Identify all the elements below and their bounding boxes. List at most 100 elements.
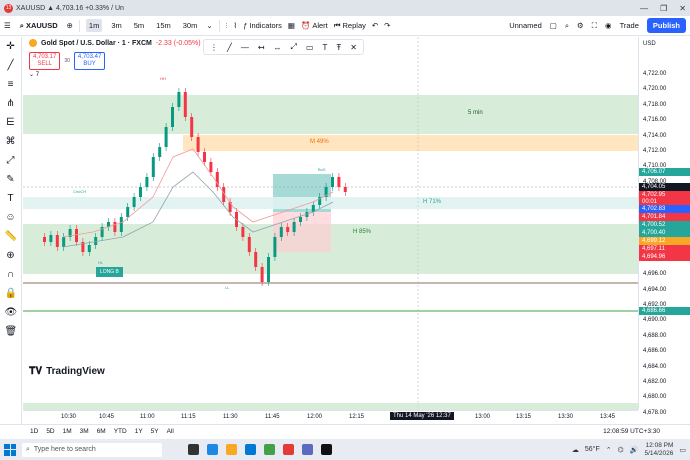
magnet-icon[interactable]: ∩ <box>5 269 17 281</box>
candle <box>228 202 232 212</box>
trade-button[interactable]: Trade <box>620 21 639 30</box>
text-icon[interactable]: T <box>323 43 328 52</box>
volume-icon[interactable]: 🔊 <box>630 446 639 454</box>
arrow-line-icon[interactable]: ↤ <box>258 43 265 52</box>
tf-15m[interactable]: 15m <box>153 19 174 32</box>
taskbar-search[interactable]: ⌕ Type here to search <box>22 442 162 457</box>
fib-icon[interactable]: ⋿ <box>5 117 17 129</box>
tradingview-app-icon[interactable] <box>321 444 332 455</box>
maximize-button[interactable]: ❐ <box>660 4 667 13</box>
range-button-1y[interactable]: 1Y <box>135 428 143 435</box>
range-button-1m[interactable]: 1M <box>63 428 72 435</box>
task-view-icon[interactable] <box>188 444 199 455</box>
system-clock[interactable]: 12:08 PM 5/14/2026 <box>644 442 673 458</box>
symbol-search[interactable]: ⌕ XAUUSD <box>17 21 61 31</box>
range-button-6m[interactable]: 6M <box>97 428 106 435</box>
range-button-1d[interactable]: 1D <box>30 428 38 435</box>
store-icon[interactable] <box>245 444 256 455</box>
settings-icon[interactable]: ⚙ <box>577 21 584 30</box>
trend-line-icon[interactable]: ╱ <box>5 60 17 72</box>
range-button-5y[interactable]: 5Y <box>151 428 159 435</box>
windows-start-icon[interactable] <box>4 443 16 456</box>
browser-tab[interactable]: 13 XAUUSD ▲ 4,703.16 +0.33% / Un <box>4 3 124 13</box>
camera-icon[interactable]: ◉ <box>605 21 612 30</box>
tradingview-logo[interactable]: 𝐓𝐕 TradingView <box>29 366 105 377</box>
templates-icon[interactable]: ▦ <box>288 21 295 30</box>
compare-icon[interactable]: ⌇ <box>234 21 238 30</box>
candles-icon[interactable]: ⫶ <box>226 21 228 31</box>
range-button-all[interactable]: All <box>167 428 174 435</box>
file-explorer-icon[interactable] <box>226 444 237 455</box>
ray-icon[interactable]: ╱ <box>227 43 232 52</box>
range-button-ytd[interactable]: YTD <box>114 428 127 435</box>
layout-icon[interactable]: ▢ <box>550 21 557 30</box>
minimize-button[interactable]: — <box>640 4 648 13</box>
redo-icon[interactable]: ↷ <box>384 21 390 30</box>
edge-icon[interactable] <box>207 444 218 455</box>
ruler-icon[interactable]: 📏 <box>5 231 17 243</box>
close-button[interactable]: ✕ <box>679 4 686 13</box>
undo-icon[interactable]: ↶ <box>372 21 378 30</box>
app-icon[interactable] <box>283 444 294 455</box>
pitchfork-icon[interactable]: ⋔ <box>5 98 17 110</box>
drag-handle-icon[interactable]: ⋮ <box>210 43 218 52</box>
tf-30m[interactable]: 30m <box>180 19 201 32</box>
layout-name[interactable]: Unnamed <box>509 21 542 30</box>
cross-icon[interactable]: ✕ <box>350 43 357 52</box>
replay-button[interactable]: ⏮ Replay <box>334 21 366 31</box>
network-icon[interactable]: ⌬ <box>618 446 624 454</box>
notification-icon[interactable]: ▭ <box>679 446 686 454</box>
tf-1m[interactable]: 1m <box>85 19 103 32</box>
zoom-icon[interactable]: ⊕ <box>5 250 17 262</box>
price-label: 4,697.11 <box>639 245 690 253</box>
time-axis[interactable]: Thu 14 May '26 12:37 10:30 10:45 11:00 11:1… <box>23 410 638 424</box>
horizontal-line-icon[interactable]: — <box>241 43 249 52</box>
tv-watermark: TradingView <box>46 366 105 377</box>
pattern-icon[interactable]: ⌘ <box>5 136 17 148</box>
crosshair-icon[interactable]: ✛ <box>5 41 17 53</box>
extended-line-icon[interactable]: ↔ <box>274 43 282 52</box>
candle <box>299 217 302 222</box>
chevron-up-icon[interactable]: ⌃ <box>606 446 612 454</box>
horizontal-lines-icon[interactable]: ≡ <box>5 79 17 91</box>
fullscreen-icon[interactable]: ⛶ <box>592 21 597 31</box>
price-tick: 4,688.00 <box>643 332 667 339</box>
search-icon[interactable]: ⌕ <box>565 21 569 31</box>
range-button-3m[interactable]: 3M <box>80 428 89 435</box>
trash-icon[interactable]: 🗑 <box>5 326 18 338</box>
sell-button[interactable]: 4,703.17 SELL <box>29 52 61 70</box>
alert-button[interactable]: ⏰ Alert <box>301 21 328 30</box>
buy-button[interactable]: 4,703.47 BUY <box>73 52 106 70</box>
range-button-5d[interactable]: 5D <box>46 428 54 435</box>
lock-icon[interactable]: 🔒 <box>5 288 17 300</box>
publish-button[interactable]: Publish <box>646 18 686 33</box>
tf-5m[interactable]: 5m <box>131 19 147 32</box>
chart-pane[interactable]: Gold Spot / U.S. Dollar · 1 · FXCM -2.33… <box>23 37 638 410</box>
diagonal-icon[interactable]: ⤢ <box>291 42 297 52</box>
tf-3m[interactable]: 3m <box>108 19 124 32</box>
chrome-icon[interactable] <box>264 444 275 455</box>
vertical-text-icon[interactable]: Ŧ <box>336 43 341 52</box>
indicator-count[interactable]: ⌄ 7 <box>29 71 39 78</box>
text-icon[interactable]: T <box>5 193 17 205</box>
eye-icon[interactable]: 👁 <box>5 307 18 319</box>
app-icon[interactable] <box>302 444 313 455</box>
zone-label-m49: M 49% <box>310 139 329 145</box>
add-symbol-icon[interactable]: ⊕ <box>67 21 73 30</box>
candle <box>260 267 264 282</box>
projection-icon[interactable]: ⤢ <box>5 155 17 167</box>
indicator-count-value: 7 <box>35 72 40 78</box>
chart-canvas[interactable] <box>23 37 638 410</box>
weather-icon[interactable]: ☁ <box>572 446 579 454</box>
price-label: 4,694.96 <box>639 253 690 261</box>
indicators-button[interactable]: ƒ Indicators <box>243 21 282 30</box>
candle <box>119 217 123 232</box>
chevron-down-icon[interactable]: ⌄ <box>206 21 212 30</box>
price-axis[interactable]: USD 4,722.00 4,720.00 4,718.00 4,716.00 4,71… <box>638 37 690 447</box>
symbol-logo-icon <box>29 39 37 47</box>
rectangle-icon[interactable]: ▭ <box>306 43 314 52</box>
menu-icon[interactable]: ☰ <box>4 21 11 30</box>
brush-icon[interactable]: ✎ <box>5 174 17 186</box>
replay-icon: ⏮ <box>333 20 341 30</box>
smile-icon[interactable]: ☺ <box>5 212 17 224</box>
